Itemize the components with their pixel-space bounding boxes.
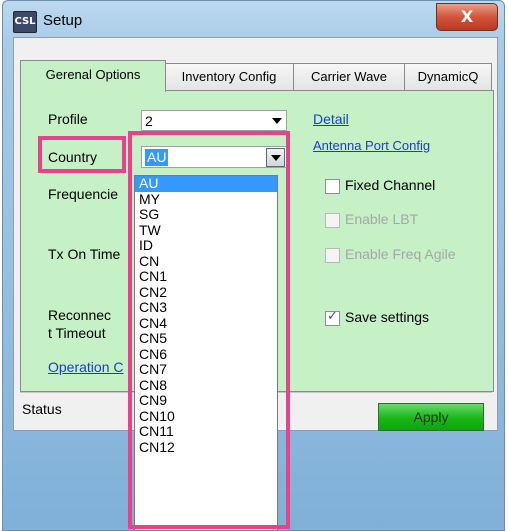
tab-general-options[interactable]: Gerenal Options [20,60,166,92]
tab-strip: Gerenal Options Inventory Config Carrier… [14,60,497,92]
chevron-down-icon [272,118,282,124]
profile-select[interactable]: 2 [141,110,287,131]
close-button[interactable]: X [436,3,498,31]
tab-dynamicq[interactable]: DynamicQ [404,63,492,91]
profile-label: Profile [48,111,88,127]
enable-lbt-checkbox[interactable] [325,213,340,228]
app-icon: CSL [13,11,37,33]
fixed-channel-checkbox[interactable] [325,179,340,194]
profile-value: 2 [145,113,153,129]
reconnect-timeout-label-line1: Reconnec [48,307,112,323]
antenna-port-config-link[interactable]: Antenna Port Config [313,138,430,153]
tab-carrier-wave[interactable]: Carrier Wave [293,63,405,91]
save-settings-label: Save settings [345,309,430,325]
reconnect-timeout-label-line2: t Timeout [48,325,106,341]
apply-button[interactable]: Apply [378,403,484,431]
fixed-channel-label: Fixed Channel [345,177,436,193]
operation-config-link[interactable]: Operation C [48,359,123,375]
status-label: Status [22,401,62,417]
checkmark-icon: ✓ [327,309,338,324]
detail-link[interactable]: Detail [313,111,349,127]
country-dropdown-highlight [128,131,290,529]
frequencies-label: Frequencie [48,186,119,202]
tx-on-time-label: Tx On Time [48,246,121,262]
enable-freq-agile-label: Enable Freq Agile [345,246,456,262]
tab-inventory-config[interactable]: Inventory Config [164,63,294,91]
country-label-highlight [38,136,126,173]
enable-lbt-label: Enable LBT [345,211,419,227]
title-bar[interactable]: CSL Setup X [3,1,504,37]
close-icon: X [460,7,474,26]
enable-freq-agile-checkbox[interactable] [325,248,340,263]
window-title: Setup [43,12,83,29]
save-settings-checkbox[interactable]: ✓ [325,309,340,326]
